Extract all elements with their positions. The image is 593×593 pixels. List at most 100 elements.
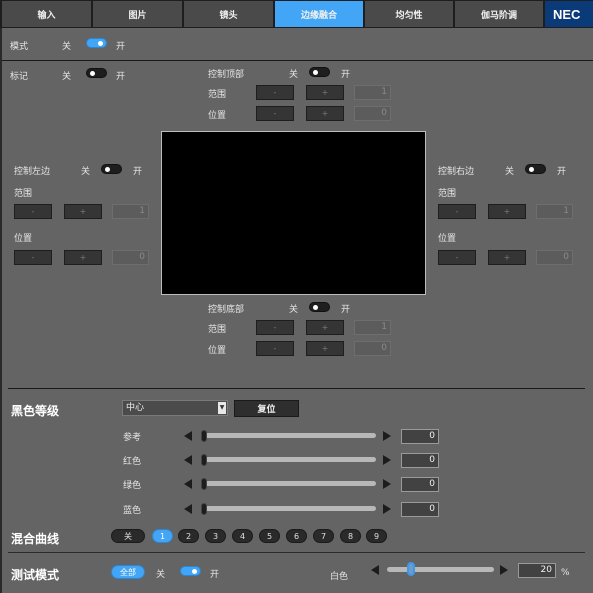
top-range-minus-button[interactable]: - xyxy=(256,85,294,100)
right-range-label: 范围 xyxy=(438,189,457,199)
mode-toggle[interactable] xyxy=(86,38,107,48)
slider-value[interactable]: 0 xyxy=(401,502,439,517)
left-range-label: 范围 xyxy=(14,189,33,199)
right-range-value[interactable]: 1 xyxy=(536,204,573,219)
control-bottom-toggle[interactable] xyxy=(309,302,330,312)
control-left-toggle[interactable] xyxy=(101,164,122,174)
increase-icon[interactable] xyxy=(383,455,391,465)
mode-label: 模式 xyxy=(10,42,29,52)
slider-thumb[interactable] xyxy=(201,503,207,515)
test-mode-title: 测试模式 xyxy=(11,568,60,582)
tab-gamma[interactable]: 伽马阶调 xyxy=(455,1,543,27)
bottom-position-minus-button[interactable]: - xyxy=(256,341,294,356)
control-top-off-label: 关 xyxy=(289,70,299,80)
bottom-range-minus-button[interactable]: - xyxy=(256,320,294,335)
white-decrease-icon[interactable] xyxy=(371,565,379,575)
slider-thumb[interactable] xyxy=(201,454,207,466)
increase-icon[interactable] xyxy=(383,504,391,514)
blend-curve-option-6[interactable]: 6 xyxy=(286,529,307,543)
black-level-select[interactable]: 中心 ▼ xyxy=(122,400,228,416)
blend-curve-option-7[interactable]: 7 xyxy=(313,529,334,543)
white-value[interactable]: 20 xyxy=(518,563,556,578)
top-range-label: 范围 xyxy=(208,90,227,100)
right-range-minus-button[interactable]: - xyxy=(438,204,476,219)
blend-curve-off-button[interactable]: 关 xyxy=(111,529,145,543)
marker-label: 标记 xyxy=(10,72,29,82)
control-top-toggle[interactable] xyxy=(309,67,330,77)
test-mode-all-button[interactable]: 全部 xyxy=(111,565,145,579)
toggle-knob xyxy=(105,167,110,172)
slider-track[interactable] xyxy=(201,457,376,462)
left-position-value[interactable]: 0 xyxy=(112,250,149,265)
top-position-minus-button[interactable]: - xyxy=(256,106,294,121)
control-right-on-label: 开 xyxy=(557,167,567,177)
white-increase-icon[interactable] xyxy=(500,565,508,575)
slider-value[interactable]: 0 xyxy=(401,453,439,468)
right-position-value[interactable]: 0 xyxy=(536,250,573,265)
slider-track[interactable] xyxy=(201,433,376,438)
bottom-position-value[interactable]: 0 xyxy=(354,341,391,356)
test-mode-off-label: 关 xyxy=(156,570,166,580)
left-range-plus-button[interactable]: + xyxy=(64,204,102,219)
right-position-minus-button[interactable]: - xyxy=(438,250,476,265)
decrease-icon[interactable] xyxy=(184,479,192,489)
white-label: 白色 xyxy=(330,572,349,582)
increase-icon[interactable] xyxy=(383,479,391,489)
top-position-value[interactable]: 0 xyxy=(354,106,391,121)
increase-icon[interactable] xyxy=(383,431,391,441)
white-slider-thumb[interactable] xyxy=(406,562,415,576)
left-range-value[interactable]: 1 xyxy=(112,204,149,219)
bottom-range-plus-button[interactable]: + xyxy=(306,320,344,335)
blend-curve-option-5[interactable]: 5 xyxy=(259,529,280,543)
blend-curve-option-4[interactable]: 4 xyxy=(232,529,253,543)
tab-input[interactable]: 输入 xyxy=(2,1,91,27)
decrease-icon[interactable] xyxy=(184,504,192,514)
blend-curve-option-3[interactable]: 3 xyxy=(205,529,226,543)
slider-value[interactable]: 0 xyxy=(401,477,439,492)
tab-uniformity[interactable]: 均匀性 xyxy=(365,1,453,27)
blend-curve-option-9[interactable]: 9 xyxy=(366,529,387,543)
decrease-icon[interactable] xyxy=(184,431,192,441)
left-position-plus-button[interactable]: + xyxy=(64,250,102,265)
control-right-toggle[interactable] xyxy=(525,164,546,174)
control-right-label: 控制右边 xyxy=(438,167,475,177)
decrease-icon[interactable] xyxy=(184,455,192,465)
left-range-minus-button[interactable]: - xyxy=(14,204,52,219)
divider xyxy=(2,60,593,61)
slider-label: 蓝色 xyxy=(123,506,142,516)
top-range-plus-button[interactable]: + xyxy=(306,85,344,100)
black-level-title: 黑色等级 xyxy=(11,404,60,418)
top-position-plus-button[interactable]: + xyxy=(306,106,344,121)
right-range-plus-button[interactable]: + xyxy=(488,204,526,219)
blend-curve-option-8[interactable]: 8 xyxy=(340,529,361,543)
marker-toggle[interactable] xyxy=(86,68,107,78)
bottom-position-plus-button[interactable]: + xyxy=(306,341,344,356)
chevron-down-icon[interactable]: ▼ xyxy=(218,402,226,414)
tab-edge-blending[interactable]: 边缘融合 xyxy=(275,1,363,27)
mode-on-label: 开 xyxy=(116,42,126,52)
control-bottom-off-label: 关 xyxy=(289,305,299,315)
tab-lens[interactable]: 镜头 xyxy=(184,1,273,27)
control-left-on-label: 开 xyxy=(133,167,143,177)
white-slider-track[interactable] xyxy=(387,567,494,572)
test-mode-toggle[interactable] xyxy=(180,566,201,576)
blend-preview xyxy=(161,131,426,295)
slider-track[interactable] xyxy=(201,506,376,511)
tab-picture[interactable]: 图片 xyxy=(93,1,182,27)
top-range-value[interactable]: 1 xyxy=(354,85,391,100)
slider-thumb[interactable] xyxy=(201,478,207,490)
blend-curve-option-1[interactable]: 1 xyxy=(152,529,173,543)
bottom-range-value[interactable]: 1 xyxy=(354,320,391,335)
blend-curve-option-2[interactable]: 2 xyxy=(178,529,199,543)
slider-track[interactable] xyxy=(201,481,376,486)
marker-off-label: 关 xyxy=(62,72,72,82)
reset-button[interactable]: 复位 xyxy=(234,400,299,417)
toggle-knob xyxy=(90,71,95,76)
right-position-plus-button[interactable]: + xyxy=(488,250,526,265)
left-position-minus-button[interactable]: - xyxy=(14,250,52,265)
slider-value[interactable]: 0 xyxy=(401,429,439,444)
blend-curve-title: 混合曲线 xyxy=(11,532,60,546)
divider xyxy=(8,552,585,553)
slider-thumb[interactable] xyxy=(201,430,207,442)
frame-border xyxy=(0,28,2,593)
